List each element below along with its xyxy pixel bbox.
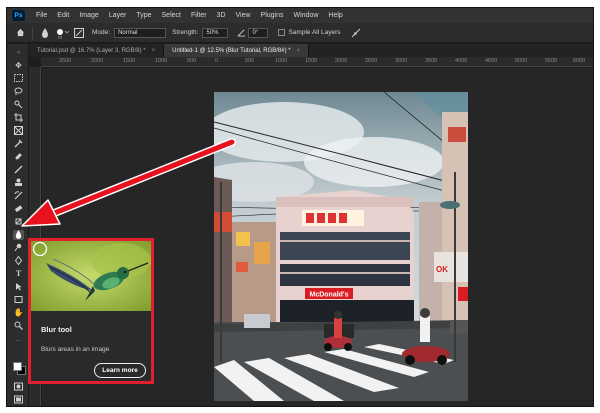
options-bar: 13 Mode: Normal Strength: 50% 0° Sample … xyxy=(7,23,593,43)
type-tool-icon[interactable]: T xyxy=(13,269,24,279)
tab-tutorial[interactable]: Tutorial.psd @ 16.7% (Layer 3, RGB/8) * … xyxy=(29,44,165,57)
tab-untitled-1[interactable]: Untitled-1 @ 12.5% (Blur Tutorial, RGB/8… xyxy=(164,44,310,57)
menu-help[interactable]: Help xyxy=(323,12,347,19)
ruler-tick: 4500 xyxy=(485,58,498,64)
sample-all-layers-checkbox[interactable] xyxy=(278,29,286,36)
ruler-tick: 500 xyxy=(245,58,255,64)
menu-layer[interactable]: Layer xyxy=(104,12,132,19)
screen-mode-icon[interactable] xyxy=(13,395,24,405)
strength-field[interactable]: 50% xyxy=(202,27,229,38)
close-icon[interactable]: × xyxy=(297,48,301,54)
document-image[interactable]: McDonald's OK xyxy=(214,92,468,401)
tab-label: Untitled-1 @ 12.5% (Blur Tutorial, RGB/8… xyxy=(172,47,291,54)
pressure-icon[interactable] xyxy=(349,26,363,40)
menu-view[interactable]: View xyxy=(231,12,256,19)
document-tabs: Tutorial.psd @ 16.7% (Layer 3, RGB/8) * … xyxy=(29,44,593,57)
ruler-tick: 2000 xyxy=(91,58,104,64)
healing-brush-tool-icon[interactable] xyxy=(13,152,24,162)
brush-settings-icon[interactable] xyxy=(72,26,86,40)
ruler-tick: 1500 xyxy=(123,58,136,64)
menu-type[interactable]: Type xyxy=(131,12,156,19)
photoshop-logo: Ps xyxy=(12,10,25,21)
menu-edit[interactable]: Edit xyxy=(52,12,74,19)
blur-tool-tooltip: Blur tool Blurs areas in an image Learn … xyxy=(28,238,154,384)
dodge-tool-icon[interactable] xyxy=(13,243,24,253)
menu-bar: Ps File Edit Image Layer Type Select Fil… xyxy=(7,8,593,23)
menu-file[interactable]: File xyxy=(31,12,52,19)
menu-select[interactable]: Select xyxy=(157,12,186,19)
angle-field[interactable]: 0° xyxy=(248,27,269,38)
ruler-tick: 5000 xyxy=(515,58,528,64)
mode-select[interactable]: Normal xyxy=(114,27,167,38)
blur-tool-icon[interactable] xyxy=(38,26,52,40)
tooltip-title: Blur tool xyxy=(41,325,72,334)
panel-collapse-icon[interactable]: » xyxy=(13,48,24,58)
learn-more-button[interactable]: Learn more xyxy=(94,363,146,378)
frame-tool-icon[interactable] xyxy=(13,126,24,136)
hand-tool-icon[interactable]: ✋ xyxy=(13,308,24,318)
menu-3d[interactable]: 3D xyxy=(212,12,231,19)
tooltip-description: Blurs areas in an image xyxy=(41,346,110,353)
quick-select-tool-icon[interactable] xyxy=(13,100,24,110)
ruler-tick: 5500 xyxy=(545,58,558,64)
svg-text:13: 13 xyxy=(58,35,62,39)
zoom-tool-icon[interactable] xyxy=(13,321,24,331)
ruler-tick: 4000 xyxy=(455,58,468,64)
blur-tool-icon[interactable] xyxy=(13,230,24,240)
mcdonalds-sign: McDonald's xyxy=(309,292,348,299)
eyedropper-tool-icon[interactable] xyxy=(13,139,24,149)
eraser-tool-icon[interactable] xyxy=(13,204,24,214)
brush-preset-icon[interactable]: 13 xyxy=(52,26,72,40)
gradient-tool-icon[interactable] xyxy=(13,217,24,227)
clone-stamp-tool-icon[interactable] xyxy=(13,178,24,188)
lasso-tool-icon[interactable] xyxy=(13,87,24,97)
menu-window[interactable]: Window xyxy=(289,12,324,19)
foreground-color-swatch[interactable] xyxy=(13,362,22,371)
mode-label: Mode: xyxy=(92,29,111,36)
tab-label: Tutorial.psd @ 16.7% (Layer 3, RGB/8) * xyxy=(37,47,146,54)
marquee-tool-icon[interactable] xyxy=(13,74,24,84)
history-brush-tool-icon[interactable] xyxy=(13,191,24,201)
angle-icon xyxy=(234,26,248,40)
move-tool-icon[interactable]: ✥ xyxy=(13,61,24,71)
ok-sign: OK xyxy=(436,265,448,274)
ruler-tick: 500 xyxy=(187,58,197,64)
ruler-tick: 2500 xyxy=(365,58,378,64)
strength-label: Strength: xyxy=(172,29,199,36)
sample-all-layers-label: Sample All Layers xyxy=(288,29,341,36)
ruler-tick: 2000 xyxy=(335,58,348,64)
crop-tool-icon[interactable] xyxy=(13,113,24,123)
menu-plugins[interactable]: Plugins xyxy=(256,12,289,19)
home-icon[interactable] xyxy=(13,26,27,40)
ruler-tick: 1000 xyxy=(155,58,168,64)
ruler-tick: 6000 xyxy=(573,58,586,64)
ruler-tick: 3500 xyxy=(425,58,438,64)
path-selection-tool-icon[interactable] xyxy=(13,282,24,292)
ruler-tick: 2500 xyxy=(59,58,72,64)
horizontal-ruler: 2500 2000 1500 1000 500 0 500 1000 1500 … xyxy=(41,57,593,67)
street-photo: McDonald's OK xyxy=(214,92,468,401)
menu-image[interactable]: Image xyxy=(74,12,103,19)
close-icon[interactable]: × xyxy=(152,48,156,54)
menu-filter[interactable]: Filter xyxy=(186,12,212,19)
tools-panel: » ✥ T ✋ ··· xyxy=(7,44,29,406)
quick-mask-icon[interactable] xyxy=(13,382,24,392)
ruler-tick: 3000 xyxy=(395,58,408,64)
ruler-tick: 1500 xyxy=(305,58,318,64)
hummingbird-preview xyxy=(31,241,151,311)
more-tools-icon[interactable]: ··· xyxy=(13,336,24,346)
ruler-tick: 1000 xyxy=(275,58,288,64)
brush-tool-icon[interactable] xyxy=(13,165,24,175)
divider xyxy=(32,26,33,39)
ruler-tick: 0 xyxy=(215,58,219,64)
pen-tool-icon[interactable] xyxy=(13,255,24,266)
rectangle-tool-icon[interactable] xyxy=(13,295,24,305)
